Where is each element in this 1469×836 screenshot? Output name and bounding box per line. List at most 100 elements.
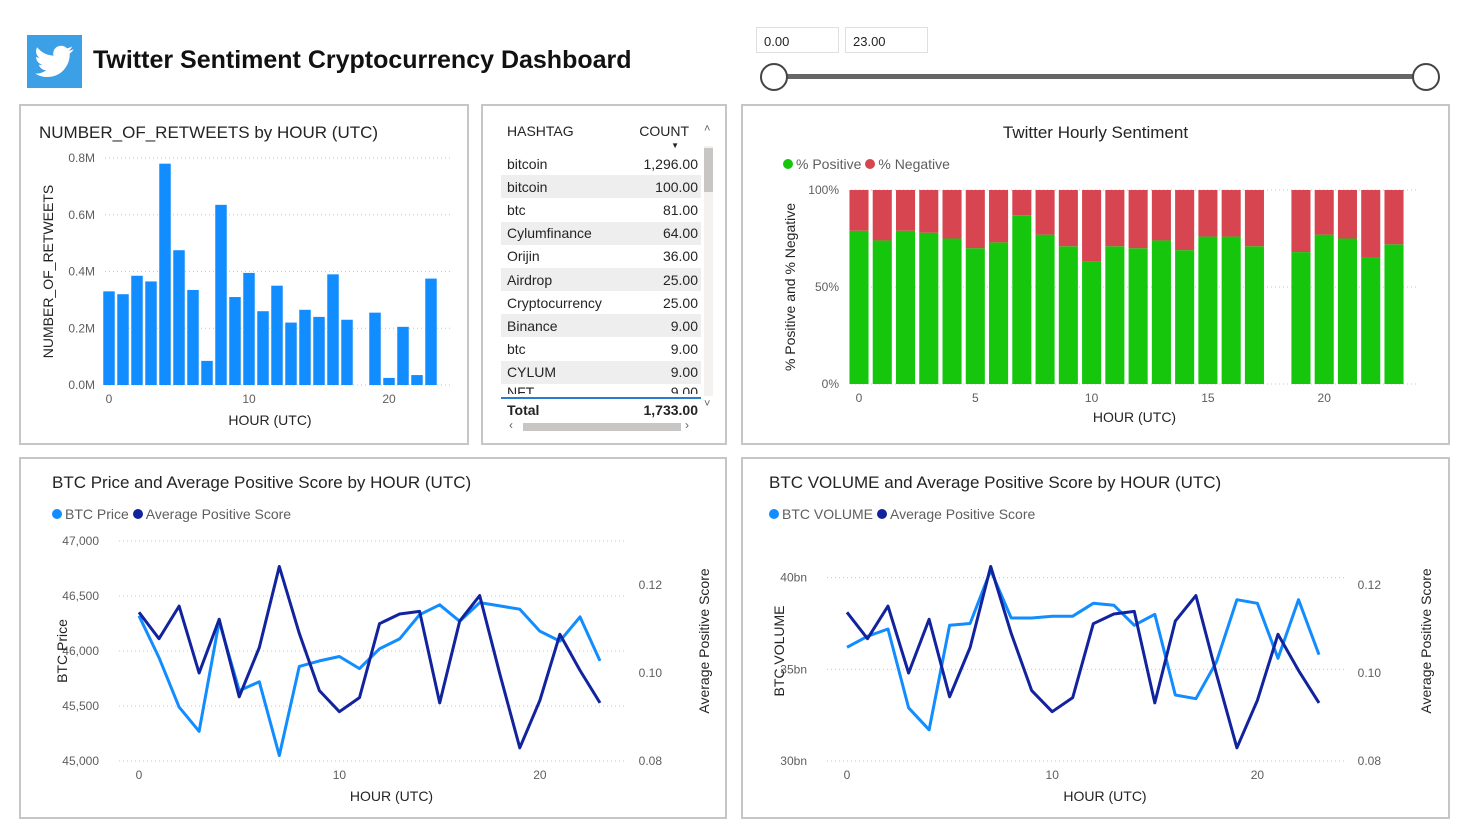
count-column-header[interactable]: COUNT bbox=[639, 123, 689, 139]
y-tick-label: 0.0M bbox=[68, 378, 95, 392]
bar bbox=[103, 291, 115, 385]
slider-max-handle[interactable] bbox=[1412, 63, 1440, 91]
table-row[interactable]: Binance 9.00 bbox=[501, 314, 701, 338]
slider-min-handle[interactable] bbox=[760, 63, 788, 91]
y-right-axis-label: Average Positive Score bbox=[696, 568, 712, 713]
hashtag-cell: bitcoin bbox=[507, 178, 548, 195]
retweets-chart: 0.0M 0.2M 0.4M 0.6M 0.8M 0 10 20 HOUR (UTC) NUMBE… bbox=[40, 151, 451, 428]
series-line-right bbox=[845, 565, 1321, 750]
bar-negative bbox=[989, 190, 1009, 243]
bar-positive bbox=[1128, 248, 1148, 384]
bar-negative bbox=[1244, 190, 1264, 247]
scroll-down-icon[interactable]: ˅ bbox=[704, 398, 710, 410]
bar-negative bbox=[1105, 190, 1125, 247]
bar-positive bbox=[1105, 246, 1125, 384]
bar bbox=[271, 285, 283, 385]
table-row[interactable]: btc 81.00 bbox=[501, 198, 701, 222]
count-cell: 81.00 bbox=[662, 201, 698, 218]
bar-negative bbox=[1198, 190, 1218, 237]
x-tick-label: 20 bbox=[533, 768, 547, 782]
bar-negative bbox=[919, 190, 939, 233]
table-row[interactable]: bitcoin 1,296.00 bbox=[501, 152, 701, 175]
x-tick-label: 10 bbox=[1046, 768, 1060, 782]
sort-desc-icon: ▼ bbox=[671, 141, 679, 150]
y-left-tick-label: 40bn bbox=[780, 571, 807, 585]
bar-negative bbox=[1337, 190, 1358, 239]
bar bbox=[145, 281, 157, 385]
table-row[interactable]: Cryptocurrency 25.00 bbox=[501, 291, 701, 315]
hashtag-cell: btc bbox=[507, 201, 526, 218]
x-tick-label: 0 bbox=[106, 392, 113, 406]
slider-min-input[interactable]: 0.00 bbox=[756, 27, 839, 53]
bar bbox=[159, 163, 171, 385]
count-cell: 9.00 bbox=[670, 341, 698, 358]
hashtag-column-header[interactable]: HASHTAG bbox=[507, 123, 574, 139]
bar bbox=[383, 377, 395, 385]
table-row[interactable]: NFT 9.00 bbox=[501, 384, 701, 394]
bar bbox=[341, 319, 353, 385]
hashtag-cell: btc bbox=[507, 341, 526, 358]
vertical-scrollbar[interactable] bbox=[704, 146, 713, 396]
vertical-scroll-thumb[interactable] bbox=[704, 148, 713, 192]
hashtag-cell: CYLUM bbox=[507, 364, 557, 381]
y-right-tick-label: 0.08 bbox=[639, 754, 663, 768]
bar bbox=[425, 278, 437, 385]
scroll-right-icon[interactable]: › bbox=[685, 418, 689, 432]
hashtag-cell: bitcoin bbox=[507, 155, 548, 172]
bar-positive bbox=[1291, 252, 1311, 384]
bar bbox=[243, 272, 255, 385]
bar bbox=[215, 204, 227, 385]
retweets-panel: NUMBER_OF_RETWEETS by HOUR (UTC) 0.0M 0.2… bbox=[19, 104, 469, 445]
x-axis-label: HOUR (UTC) bbox=[1093, 409, 1176, 425]
table-row[interactable]: bitcoin 100.00 bbox=[501, 175, 701, 199]
y-left-axis-label: BTC VOLUME bbox=[771, 605, 787, 696]
bar-positive bbox=[895, 230, 916, 384]
y-tick-label: 0.8M bbox=[68, 151, 95, 165]
bar-positive bbox=[849, 230, 869, 384]
bar bbox=[313, 316, 325, 385]
bar-negative bbox=[1221, 190, 1241, 237]
table-row[interactable]: btc 9.00 bbox=[501, 337, 701, 361]
bar-negative bbox=[1058, 190, 1078, 247]
bar-positive bbox=[1384, 244, 1404, 384]
table-row[interactable]: Orijin 36.00 bbox=[501, 244, 701, 268]
y-left-tick-label: 30bn bbox=[780, 754, 807, 768]
bar bbox=[397, 326, 409, 385]
volume-panel: BTC VOLUME and Average Positive Score by… bbox=[741, 457, 1450, 819]
bar-negative bbox=[1151, 190, 1171, 241]
scroll-left-icon[interactable]: ‹ bbox=[509, 418, 513, 432]
bar bbox=[369, 312, 381, 385]
bar-positive bbox=[1082, 261, 1102, 384]
bar bbox=[117, 294, 129, 385]
x-tick-label: 0 bbox=[856, 391, 863, 405]
y-left-tick-label: 45,500 bbox=[62, 699, 99, 713]
y-tick-label: 100% bbox=[808, 183, 839, 197]
y-tick-label: 0.2M bbox=[68, 321, 95, 335]
table-row[interactable]: Cylumfinance 64.00 bbox=[501, 221, 701, 245]
scroll-up-icon[interactable]: ˄ bbox=[704, 123, 710, 135]
x-tick-label: 0 bbox=[844, 768, 851, 782]
x-axis-label: HOUR (UTC) bbox=[350, 788, 433, 804]
table-row[interactable]: CYLUM 9.00 bbox=[501, 360, 701, 384]
slider-max-input[interactable]: 23.00 bbox=[845, 27, 928, 53]
y-right-tick-label: 0.10 bbox=[1358, 666, 1382, 680]
x-tick-label: 0 bbox=[136, 768, 143, 782]
hashtag-cell: Binance bbox=[507, 317, 558, 334]
y-left-axis-label: BTC Price bbox=[54, 619, 70, 683]
y-right-tick-label: 0.12 bbox=[1358, 578, 1382, 592]
bar-positive bbox=[989, 242, 1009, 384]
hashtag-cell: Airdrop bbox=[507, 271, 553, 288]
x-tick-label: 10 bbox=[242, 392, 256, 406]
bar-negative bbox=[1361, 190, 1381, 258]
slider-track[interactable] bbox=[773, 74, 1426, 79]
count-cell: 64.00 bbox=[662, 225, 698, 242]
table-row[interactable]: Airdrop 25.00 bbox=[501, 268, 701, 291]
horizontal-scrollbar[interactable] bbox=[523, 423, 681, 431]
count-cell: 9.00 bbox=[670, 317, 698, 334]
y-tick-label: 0% bbox=[822, 377, 840, 391]
count-cell: 25.00 bbox=[662, 271, 698, 288]
bar-negative bbox=[1291, 190, 1311, 253]
series-line-left bbox=[137, 601, 602, 757]
hashtag-cell: Orijin bbox=[507, 248, 540, 265]
x-tick-label: 20 bbox=[382, 392, 396, 406]
